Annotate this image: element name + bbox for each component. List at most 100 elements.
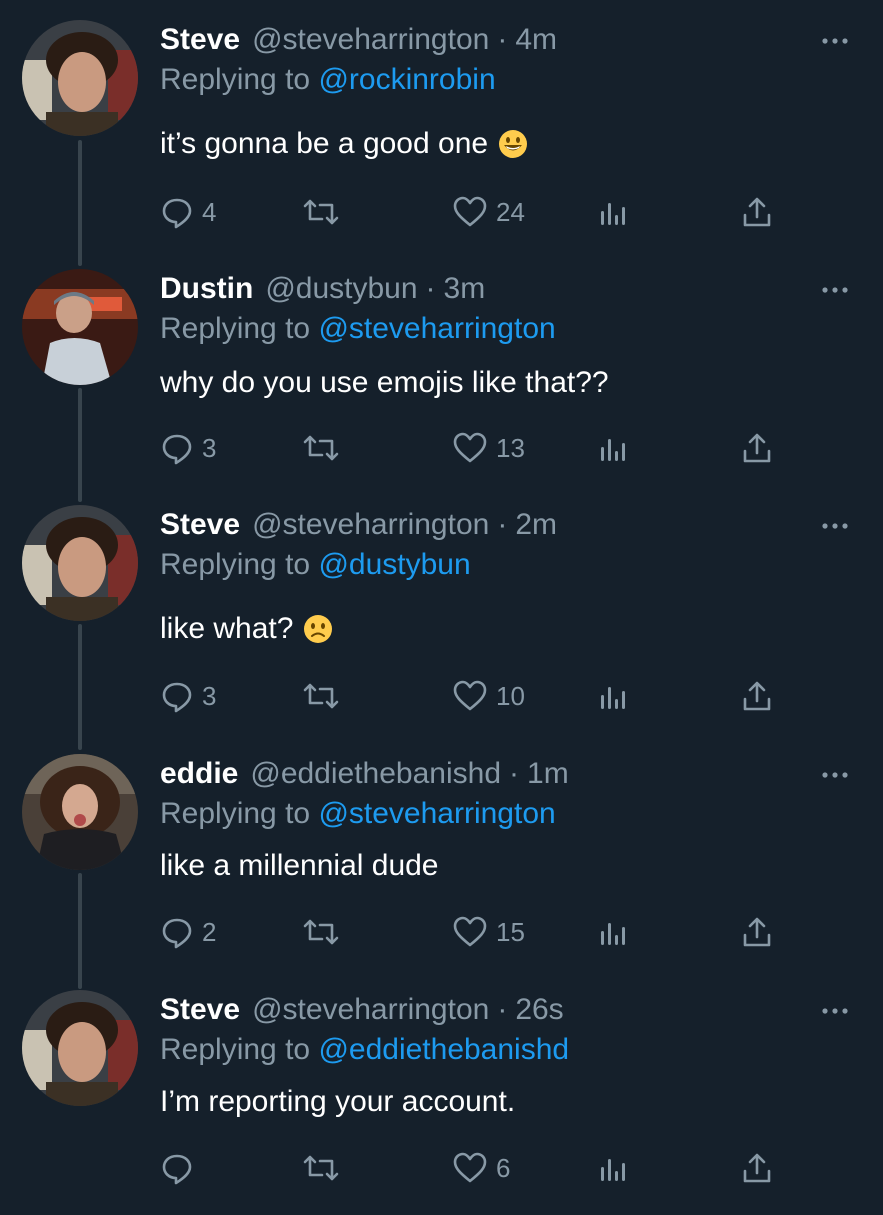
reply-count: 4	[202, 196, 217, 227]
reply-button[interactable]: 2	[160, 912, 216, 952]
tweet-text: I’m reporting your account.	[160, 1082, 515, 1122]
more-options-icon[interactable]	[820, 517, 850, 535]
display-name[interactable]: Steve	[160, 990, 240, 1030]
tweet[interactable]: eddie @eddiethebanishd · 1m Replying to …	[0, 734, 883, 979]
tweet-header: Steve @steveharrington · 4m	[160, 20, 557, 60]
share-button[interactable]	[740, 676, 774, 716]
like-button[interactable]: 10	[452, 676, 525, 716]
replying-to: Replying to @rockinrobin	[160, 60, 496, 100]
share-button[interactable]	[740, 192, 774, 232]
replying-to-label: Replying to	[160, 63, 311, 96]
like-button[interactable]: 6	[452, 1148, 510, 1188]
like-button[interactable]: 24	[452, 192, 525, 232]
timestamp[interactable]: 1m	[527, 754, 569, 794]
reply-icon	[162, 1154, 192, 1185]
tweet-header: Steve @steveharrington · 2m	[160, 505, 557, 545]
reply-button[interactable]: 3	[160, 676, 216, 716]
like-count: 24	[496, 196, 525, 227]
retweet-button[interactable]	[302, 676, 348, 716]
reply-button[interactable]	[160, 1148, 202, 1188]
display-name[interactable]: Steve	[160, 505, 240, 545]
more-options-icon[interactable]	[820, 1002, 850, 1020]
analytics-button[interactable]	[598, 676, 628, 716]
display-name[interactable]: eddie	[160, 754, 238, 794]
retweet-icon	[303, 435, 339, 461]
tweet-text-content: why do you use emojis like that??	[160, 366, 609, 399]
share-button[interactable]	[740, 428, 774, 468]
retweet-button[interactable]	[302, 192, 348, 232]
tweet[interactable]: Steve @steveharrington · 26s Replying to…	[0, 970, 883, 1215]
avatar[interactable]	[22, 505, 138, 621]
tweet-actions: 3 13	[160, 428, 780, 468]
share-button[interactable]	[740, 1148, 774, 1188]
replying-to-label: Replying to	[160, 312, 311, 345]
tweet[interactable]: Steve @steveharrington · 2m Replying to …	[0, 485, 883, 730]
timestamp[interactable]: 3m	[444, 269, 486, 309]
retweet-icon	[303, 919, 339, 945]
display-name[interactable]: Steve	[160, 20, 240, 60]
timestamp[interactable]: 2m	[515, 505, 557, 545]
analytics-button[interactable]	[598, 912, 628, 952]
analytics-icon	[601, 1159, 625, 1181]
retweet-button[interactable]	[302, 1148, 348, 1188]
replying-to: Replying to @dustybun	[160, 545, 471, 585]
tweet-text-content: like what?	[160, 612, 294, 645]
avatar[interactable]	[22, 269, 138, 385]
analytics-icon	[601, 203, 625, 225]
separator-dot: ·	[425, 272, 436, 305]
user-handle[interactable]: @steveharrington	[252, 990, 489, 1030]
reply-count: 2	[202, 916, 217, 947]
analytics-button[interactable]	[598, 1148, 628, 1188]
share-icon	[743, 433, 771, 463]
reply-button[interactable]: 3	[160, 428, 216, 468]
more-options-icon[interactable]	[820, 32, 850, 50]
tweet-actions: 6	[160, 1148, 780, 1188]
tweet-text: like what?	[160, 609, 333, 649]
tweet[interactable]: Dustin @dustybun · 3m Replying to @steve…	[0, 249, 883, 494]
separator-dot: ·	[497, 23, 508, 56]
share-icon	[743, 917, 771, 947]
replying-to-label: Replying to	[160, 797, 311, 830]
display-name[interactable]: Dustin	[160, 269, 253, 309]
user-handle[interactable]: @steveharrington	[252, 20, 489, 60]
user-handle[interactable]: @dustybun	[265, 269, 417, 309]
share-button[interactable]	[740, 912, 774, 952]
analytics-icon	[601, 687, 625, 709]
like-count: 6	[496, 1152, 511, 1183]
retweet-button[interactable]	[302, 428, 348, 468]
analytics-button[interactable]	[598, 428, 628, 468]
reply-mention-link[interactable]: @rockinrobin	[318, 63, 495, 96]
more-options-icon[interactable]	[820, 281, 850, 299]
reply-count: 3	[202, 680, 217, 711]
reply-mention-link[interactable]: @eddiethebanishd	[318, 1033, 569, 1066]
reply-mention-link[interactable]: @steveharrington	[318, 312, 555, 345]
timestamp[interactable]: 26s	[515, 990, 563, 1030]
user-handle[interactable]: @eddiethebanishd	[250, 754, 501, 794]
tweet-text-content: it’s gonna be a good one	[160, 127, 489, 160]
more-options-icon[interactable]	[820, 766, 850, 784]
reply-mention-link[interactable]: @dustybun	[318, 548, 470, 581]
like-button[interactable]: 13	[452, 428, 525, 468]
tweet-text-content: like a millennial dude	[160, 849, 439, 882]
avatar[interactable]	[22, 990, 138, 1106]
user-handle[interactable]: @steveharrington	[252, 505, 489, 545]
tweet[interactable]: Steve @steveharrington · 4m Replying to …	[0, 0, 883, 245]
avatar[interactable]	[22, 754, 138, 870]
tweet-actions: 3 10	[160, 676, 780, 716]
analytics-button[interactable]	[598, 192, 628, 232]
separator-dot: ·	[497, 993, 508, 1026]
heart-icon	[453, 196, 487, 227]
like-button[interactable]: 15	[452, 912, 525, 952]
tweet-text: it’s gonna be a good one	[160, 124, 528, 164]
retweet-icon	[303, 1155, 339, 1181]
retweet-icon	[303, 199, 339, 225]
retweet-button[interactable]	[302, 912, 348, 952]
replying-to: Replying to @steveharrington	[160, 794, 556, 834]
timestamp[interactable]: 4m	[515, 20, 557, 60]
replying-to: Replying to @eddiethebanishd	[160, 1030, 569, 1070]
share-icon	[743, 197, 771, 227]
reply-button[interactable]: 4	[160, 192, 216, 232]
slightly-frowning-face-icon	[303, 614, 333, 644]
avatar[interactable]	[22, 20, 138, 136]
reply-mention-link[interactable]: @steveharrington	[318, 797, 555, 830]
